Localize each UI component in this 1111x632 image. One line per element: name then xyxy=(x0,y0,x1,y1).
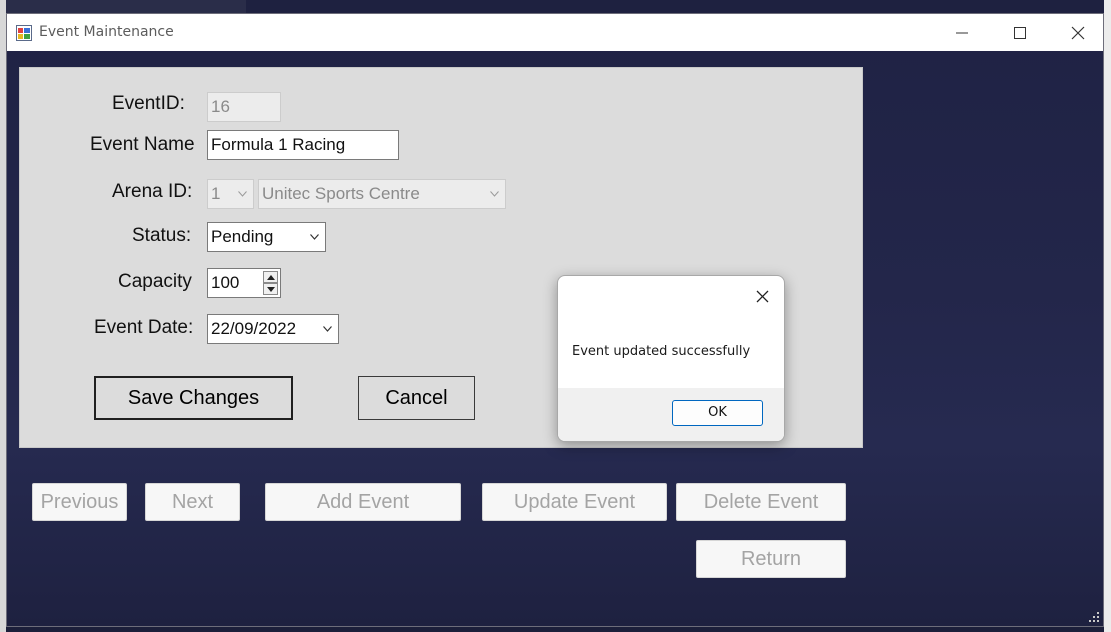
dialog-message: Event updated successfully xyxy=(572,344,751,359)
close-icon xyxy=(756,290,769,303)
status-select[interactable]: Pending xyxy=(207,222,326,252)
chevron-down-icon xyxy=(323,326,332,332)
return-button[interactable]: Return xyxy=(696,540,846,578)
next-button[interactable]: Next xyxy=(145,483,240,521)
minimize-icon xyxy=(956,32,968,34)
close-icon xyxy=(1071,26,1085,40)
maximize-icon xyxy=(1014,27,1026,39)
dialog-footer: OK xyxy=(558,388,784,441)
arena-name-value: Unitec Sports Centre xyxy=(262,184,420,203)
spin-up-icon xyxy=(267,275,275,280)
chevron-down-icon xyxy=(238,191,247,197)
update-event-button[interactable]: Update Event xyxy=(482,483,667,521)
spin-up-button[interactable] xyxy=(263,271,278,283)
event-id-label: EventID: xyxy=(112,93,185,114)
arena-id-value: 1 xyxy=(211,184,221,203)
event-date-label: Event Date: xyxy=(94,317,194,338)
title-bar[interactable]: Event Maintenance xyxy=(7,14,1103,51)
add-event-button[interactable]: Add Event xyxy=(265,483,461,521)
ok-button[interactable]: OK xyxy=(672,400,763,426)
close-button[interactable] xyxy=(1049,14,1107,51)
app-icon xyxy=(16,25,32,41)
event-name-input[interactable]: Formula 1 Racing xyxy=(207,130,399,160)
event-date-value: 22/09/2022 xyxy=(211,319,297,338)
status-label: Status: xyxy=(132,225,192,246)
minimize-button[interactable] xyxy=(933,14,991,51)
spin-down-icon xyxy=(267,287,275,292)
arena-name-select[interactable]: Unitec Sports Centre xyxy=(258,179,506,209)
event-date-picker[interactable]: 22/09/2022 xyxy=(207,314,339,344)
desktop-edge-right xyxy=(1104,0,1111,632)
resize-grip-icon[interactable] xyxy=(1089,612,1099,622)
event-maintenance-window: Event Maintenance EventID: 16 Event Name… xyxy=(6,13,1104,627)
chevron-down-icon xyxy=(310,234,319,240)
message-box: Event updated successfully OK xyxy=(557,275,785,442)
capacity-value: 100 xyxy=(211,273,240,292)
status-value: Pending xyxy=(211,227,274,246)
event-id-field[interactable]: 16 xyxy=(207,92,281,122)
event-name-label: Event Name xyxy=(90,134,195,155)
spin-down-button[interactable] xyxy=(263,283,278,295)
save-changes-button[interactable]: Save Changes xyxy=(94,376,293,420)
arena-id-select[interactable]: 1 xyxy=(207,179,254,209)
capacity-stepper[interactable]: 100 xyxy=(207,268,281,298)
chevron-down-icon xyxy=(490,191,499,197)
desktop-background xyxy=(0,0,1111,13)
dialog-close-button[interactable] xyxy=(748,282,778,312)
delete-event-button[interactable]: Delete Event xyxy=(676,483,846,521)
previous-button[interactable]: Previous xyxy=(32,483,127,521)
cancel-button[interactable]: Cancel xyxy=(358,376,475,420)
arena-id-label: Arena ID: xyxy=(112,181,193,202)
window-title: Event Maintenance xyxy=(39,24,174,40)
capacity-label: Capacity xyxy=(118,271,192,292)
maximize-button[interactable] xyxy=(991,14,1049,51)
